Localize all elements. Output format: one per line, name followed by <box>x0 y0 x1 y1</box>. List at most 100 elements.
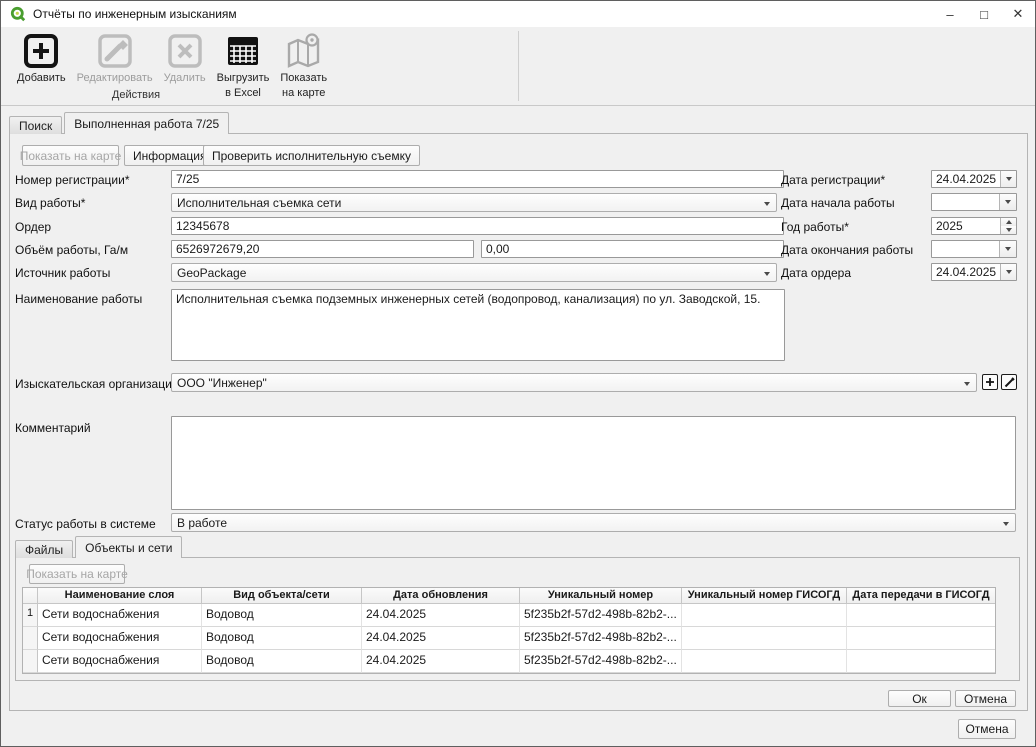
tab-search[interactable]: Поиск <box>9 116 62 134</box>
volume-input-2[interactable] <box>481 240 784 258</box>
organization-value: ООО "Инженер" <box>177 376 267 390</box>
minimize-button[interactable]: – <box>933 1 967 27</box>
work-type-combo[interactable]: Исполнительная съемка сети <box>171 193 777 212</box>
work-year-down-button[interactable] <box>1001 226 1016 234</box>
start-date-label: Дата начала работы <box>781 196 895 210</box>
tab-files[interactable]: Файлы <box>15 540 73 558</box>
gisogd-uid-cell[interactable] <box>682 650 847 673</box>
type-cell[interactable]: Водовод <box>202 650 362 673</box>
end-date-dropdown-button[interactable] <box>999 241 1016 257</box>
close-button[interactable]: ✕ <box>1001 1 1035 27</box>
source-label: Источник работы <box>15 266 110 280</box>
order-date-dropdown-button[interactable] <box>1000 264 1016 280</box>
information-button[interactable]: Информация <box>124 145 215 166</box>
updated-cell[interactable]: 24.04.2025 <box>362 604 520 627</box>
updated-cell[interactable]: 24.04.2025 <box>362 650 520 673</box>
reg-date-value: 24.04.2025 <box>932 171 1000 187</box>
row-number-cell[interactable]: 1 <box>23 604 38 627</box>
row-number-header[interactable] <box>23 588 38 604</box>
edit-button: Редактировать <box>75 30 155 87</box>
edit-button-label: Редактировать <box>77 72 153 85</box>
column-header-updated[interactable]: Дата обновления <box>362 588 520 604</box>
organization-combo[interactable]: ООО "Инженер" <box>171 373 977 392</box>
order-date-picker[interactable]: 24.04.2025 <box>931 263 1017 281</box>
ok-button[interactable]: Ок <box>888 690 951 707</box>
start-date-dropdown-button[interactable] <box>999 194 1016 210</box>
row-number-cell[interactable] <box>23 650 38 673</box>
reg-date-dropdown-button[interactable] <box>1000 171 1016 187</box>
order-label: Ордер <box>15 220 51 234</box>
excel-table-icon <box>224 32 262 70</box>
row-number-cell[interactable] <box>23 627 38 650</box>
column-header-gisogd-date[interactable]: Дата передачи в ГИСОГД <box>847 588 995 604</box>
column-header-gisogd-uid[interactable]: Уникальный номер ГИСОГД <box>682 588 847 604</box>
uid-cell[interactable]: 5f235b2f-57d2-498b-82b2-... <box>520 650 682 673</box>
uid-cell[interactable]: 5f235b2f-57d2-498b-82b2-... <box>520 627 682 650</box>
add-icon <box>22 32 60 70</box>
type-cell[interactable]: Водовод <box>202 627 362 650</box>
tab-completed-work[interactable]: Выполненная работа 7/25 <box>64 112 229 134</box>
work-year-value: 2025 <box>932 218 1000 234</box>
export-excel-label-line1: Выгрузить <box>217 72 270 85</box>
table-row[interactable]: Сети водоснабжения Водовод 24.04.2025 5f… <box>23 627 995 650</box>
tab-objects-networks[interactable]: Объекты и сети <box>75 536 182 558</box>
order-date-value: 24.04.2025 <box>932 264 1000 280</box>
add-organization-button[interactable] <box>982 374 998 390</box>
add-button[interactable]: Добавить <box>15 30 68 87</box>
uid-cell[interactable]: 5f235b2f-57d2-498b-82b2-... <box>520 604 682 627</box>
work-year-spinner[interactable]: 2025 <box>931 217 1017 235</box>
toolbar: Добавить Редактировать <box>1 27 1035 106</box>
main-tab-bar: Поиск Выполненная работа 7/25 <box>9 112 229 134</box>
updated-cell[interactable]: 24.04.2025 <box>362 627 520 650</box>
table-row[interactable]: Сети водоснабжения Водовод 24.04.2025 5f… <box>23 650 995 673</box>
table-show-on-map-button: Показать на карте <box>29 564 125 584</box>
gisogd-uid-cell[interactable] <box>682 627 847 650</box>
work-type-value: Исполнительная съемка сети <box>177 196 341 210</box>
status-value: В работе <box>177 516 227 530</box>
objects-table: Наименование слоя Вид объекта/сети Дата … <box>22 587 996 674</box>
layer-cell[interactable]: Сети водоснабжения <box>38 627 202 650</box>
start-date-picker[interactable] <box>931 193 1017 211</box>
type-cell[interactable]: Водовод <box>202 604 362 627</box>
column-header-uid[interactable]: Уникальный номер <box>520 588 682 604</box>
status-label: Статус работы в системе <box>15 517 156 531</box>
pencil-icon <box>1004 377 1015 388</box>
column-header-layer[interactable]: Наименование слоя <box>38 588 202 604</box>
cancel-button[interactable]: Отмена <box>955 690 1016 707</box>
work-type-label: Вид работы* <box>15 196 85 210</box>
reg-number-label: Номер регистрации* <box>15 173 130 187</box>
layer-cell[interactable]: Сети водоснабжения <box>38 604 202 627</box>
chevron-down-icon <box>764 272 770 276</box>
gisogd-date-cell[interactable] <box>847 604 995 627</box>
edit-pencil-icon <box>96 32 134 70</box>
maximize-button[interactable]: □ <box>967 1 1001 27</box>
reg-date-picker[interactable]: 24.04.2025 <box>931 170 1017 188</box>
order-input[interactable] <box>171 217 784 235</box>
gisogd-date-cell[interactable] <box>847 650 995 673</box>
comment-textarea[interactable] <box>171 416 1016 510</box>
layer-cell[interactable]: Сети водоснабжения <box>38 650 202 673</box>
toolbar-show-on-map-label-line1: Показать <box>280 72 327 85</box>
gisogd-uid-cell[interactable] <box>682 604 847 627</box>
work-name-textarea[interactable]: Исполнительная съемка подземных инженерн… <box>171 289 785 361</box>
end-date-picker[interactable] <box>931 240 1017 258</box>
volume-input-1[interactable] <box>171 240 474 258</box>
column-header-type[interactable]: Вид объекта/сети <box>202 588 362 604</box>
work-year-up-button[interactable] <box>1001 218 1016 226</box>
reg-number-input[interactable] <box>171 170 784 188</box>
delete-button: Удалить <box>162 30 208 87</box>
edit-organization-button[interactable] <box>1001 374 1017 390</box>
order-date-label: Дата ордера <box>781 266 851 280</box>
chevron-down-icon <box>764 202 770 206</box>
delete-button-label: Удалить <box>164 72 206 85</box>
source-combo[interactable]: GeoPackage <box>171 263 777 282</box>
comment-label: Комментарий <box>15 421 91 435</box>
check-survey-button[interactable]: Проверить исполнительную съемку <box>203 145 420 166</box>
gisogd-date-cell[interactable] <box>847 627 995 650</box>
dialog-cancel-button[interactable]: Отмена <box>958 719 1016 739</box>
status-combo[interactable]: В работе <box>171 513 1016 532</box>
table-header-row: Наименование слоя Вид объекта/сети Дата … <box>23 588 995 604</box>
table-row[interactable]: 1 Сети водоснабжения Водовод 24.04.2025 … <box>23 604 995 627</box>
toolbar-group-separator <box>518 31 519 101</box>
toolbar-show-on-map-button[interactable]: Показать на карте <box>278 30 329 101</box>
